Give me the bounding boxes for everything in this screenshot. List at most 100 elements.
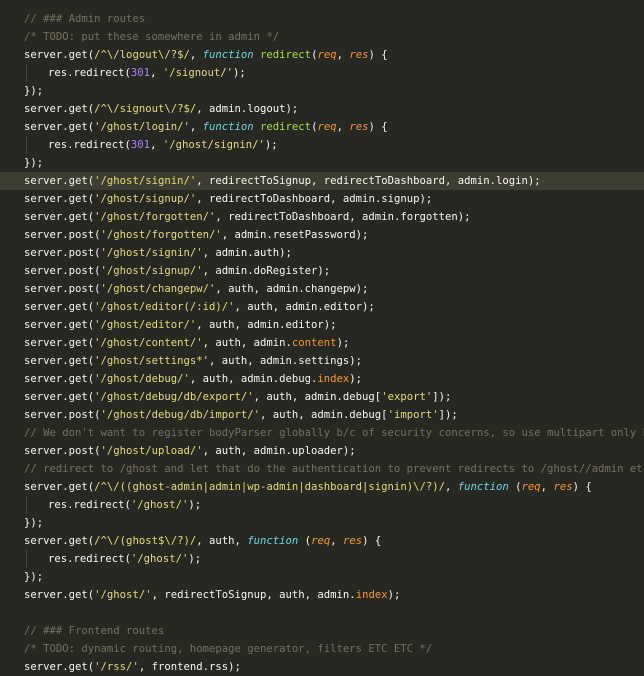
- code-token: ,: [336, 49, 350, 61]
- code-token: ) {: [362, 535, 382, 547]
- code-line[interactable]: server.get('/ghost/debug/db/export/', au…: [0, 388, 644, 406]
- code-token: ) {: [368, 49, 388, 61]
- code-line[interactable]: res.redirect('/ghost/');: [0, 550, 644, 568]
- code-token: , redirectToDashboard, admin.signup);: [196, 193, 433, 205]
- code-token: res.redirect(: [48, 67, 131, 79]
- code-line[interactable]: // redirect to /ghost and let that do th…: [0, 460, 644, 478]
- code-token: /^\/logout\/?$/: [94, 49, 190, 61]
- code-token: ) {: [368, 121, 388, 133]
- code-line[interactable]: server.post('/ghost/debug/db/import/', a…: [0, 406, 644, 424]
- code-line[interactable]: server.get('/ghost/content/', auth, admi…: [0, 334, 644, 352]
- code-token: // ### Admin routes: [24, 13, 146, 25]
- code-line[interactable]: server.get('/ghost/login/', function red…: [0, 118, 644, 136]
- code-token: '/ghost/debug/': [94, 373, 190, 385]
- code-line[interactable]: server.get('/ghost/editor(/:id)/', auth,…: [0, 298, 644, 316]
- code-token: '/ghost/debug/db/import/': [100, 409, 260, 421]
- code-line[interactable]: server.post('/ghost/signin/', admin.auth…: [0, 244, 644, 262]
- code-token: , auth, admin.debug[: [260, 409, 388, 421]
- code-token: '/ghost/content/': [94, 337, 203, 349]
- code-line[interactable]: /* TODO: put these somewhere in admin */: [0, 28, 644, 46]
- code-token: ,: [189, 49, 203, 61]
- code-line[interactable]: server.get('/ghost/', redirectToSignup, …: [0, 586, 644, 604]
- code-line[interactable]: server.get('/ghost/debug/', auth, admin.…: [0, 370, 644, 388]
- code-line[interactable]: server.post('/ghost/changepw/', auth, ad…: [0, 280, 644, 298]
- code-token: ,: [336, 121, 350, 133]
- code-token: });: [24, 571, 44, 583]
- code-token: server.get(: [24, 211, 95, 223]
- code-line[interactable]: server.post('/ghost/forgotten/', admin.r…: [0, 226, 644, 244]
- code-editor[interactable]: // ### Admin routes /* TODO: put these so…: [0, 0, 644, 676]
- code-token: '/ghost/signin/': [94, 175, 197, 187]
- indent-guide: [26, 64, 27, 82]
- code-token: req: [317, 121, 337, 133]
- code-token: server.get(: [24, 193, 95, 205]
- code-line[interactable]: server.get(/^\/(ghost$\/?)/, auth, funct…: [0, 532, 644, 550]
- code-line[interactable]: [0, 604, 644, 622]
- code-token: , redirectToDashboard, admin.forgotten);: [215, 211, 471, 223]
- code-token: server.get(: [24, 319, 95, 331]
- code-token: ,: [189, 121, 203, 133]
- code-line[interactable]: server.get(/^\/logout\/?$/, function red…: [0, 46, 644, 64]
- code-line[interactable]: res.redirect('/ghost/');: [0, 496, 644, 514]
- code-token: // redirect to /ghost and let that do th…: [24, 463, 644, 475]
- code-token: server.post(: [24, 247, 101, 259]
- code-token: ,: [444, 481, 458, 493]
- code-line[interactable]: });: [0, 568, 644, 586]
- code-line[interactable]: server.get('/rss/', frontend.rss);: [0, 658, 644, 676]
- code-token: (: [298, 535, 312, 547]
- code-line[interactable]: server.get('/ghost/signup/', redirectToD…: [0, 190, 644, 208]
- code-token: ,: [150, 139, 163, 151]
- code-token: , admin.resetPassword);: [221, 229, 369, 241]
- code-line[interactable]: });: [0, 514, 644, 532]
- code-line[interactable]: res.redirect(301, '/signout/');: [0, 64, 644, 82]
- code-token: server.post(: [24, 265, 101, 277]
- code-token: /^\/(ghost$\/?)/: [94, 535, 197, 547]
- code-token: index: [317, 373, 350, 385]
- code-token: '/ghost/signin/': [162, 139, 265, 151]
- code-token: // ### Frontend routes: [24, 625, 165, 637]
- code-token: });: [24, 157, 44, 169]
- code-token: '/rss/': [94, 661, 139, 673]
- code-token: ,: [330, 535, 343, 547]
- code-token: '/signout/': [162, 67, 233, 79]
- code-token: res: [349, 121, 369, 133]
- code-token: server.get(: [24, 481, 95, 493]
- code-token: '/ghost/editor(/:id)/': [94, 301, 235, 313]
- code-token: '/ghost/': [94, 589, 152, 601]
- code-token: );: [233, 67, 246, 79]
- code-token: 301: [130, 67, 151, 79]
- code-token: , auth, admin.debug[: [253, 391, 382, 403]
- code-line[interactable]: // ### Admin routes: [0, 10, 644, 28]
- code-token: server.post(: [24, 229, 101, 241]
- code-line[interactable]: res.redirect(301, '/ghost/signin/');: [0, 136, 644, 154]
- code-token: );: [264, 139, 278, 151]
- code-token: redirect: [260, 49, 312, 61]
- code-line[interactable]: server.get('/ghost/editor/', auth, admin…: [0, 316, 644, 334]
- code-line[interactable]: // We don't want to register bodyParser …: [0, 424, 644, 442]
- code-token: /^\/signout\/?$/: [94, 103, 197, 115]
- code-line[interactable]: server.post('/ghost/signup/', admin.doRe…: [0, 262, 644, 280]
- code-token: res: [553, 481, 573, 493]
- code-token: res.redirect(: [48, 139, 131, 151]
- code-line-current[interactable]: server.get('/ghost/signin/', redirectToS…: [0, 172, 644, 190]
- code-token: '/ghost/debug/db/export/': [94, 391, 254, 403]
- code-line[interactable]: server.get('/ghost/forgotten/', redirect…: [0, 208, 644, 226]
- code-token: server.get(: [24, 355, 95, 367]
- code-token: function: [247, 535, 299, 547]
- code-token: /^\/((ghost-admin|admin|wp-admin|dashboa…: [94, 481, 445, 493]
- code-line[interactable]: /* TODO: dynamic routing, homepage gener…: [0, 640, 644, 658]
- code-token: '/ghost/changepw/': [100, 283, 216, 295]
- code-token: , redirectToSignup, auth, admin.: [151, 589, 356, 601]
- code-token: /* TODO: dynamic routing, homepage gener…: [24, 643, 433, 655]
- code-token: '/ghost/signup/': [100, 265, 203, 277]
- code-line[interactable]: server.get(/^\/((ghost-admin|admin|wp-ad…: [0, 478, 644, 496]
- code-line[interactable]: // ### Frontend routes: [0, 622, 644, 640]
- code-token: '/ghost/login/': [94, 121, 190, 133]
- code-token: '/ghost/signin/': [100, 247, 203, 259]
- code-line[interactable]: server.get('/ghost/settings*', auth, adm…: [0, 352, 644, 370]
- code-line[interactable]: server.get(/^\/signout\/?$/, admin.logou…: [0, 100, 644, 118]
- code-token: // We don't want to register bodyParser …: [24, 427, 644, 439]
- code-line[interactable]: });: [0, 82, 644, 100]
- code-line[interactable]: server.post('/ghost/upload/', auth, admi…: [0, 442, 644, 460]
- code-line[interactable]: });: [0, 154, 644, 172]
